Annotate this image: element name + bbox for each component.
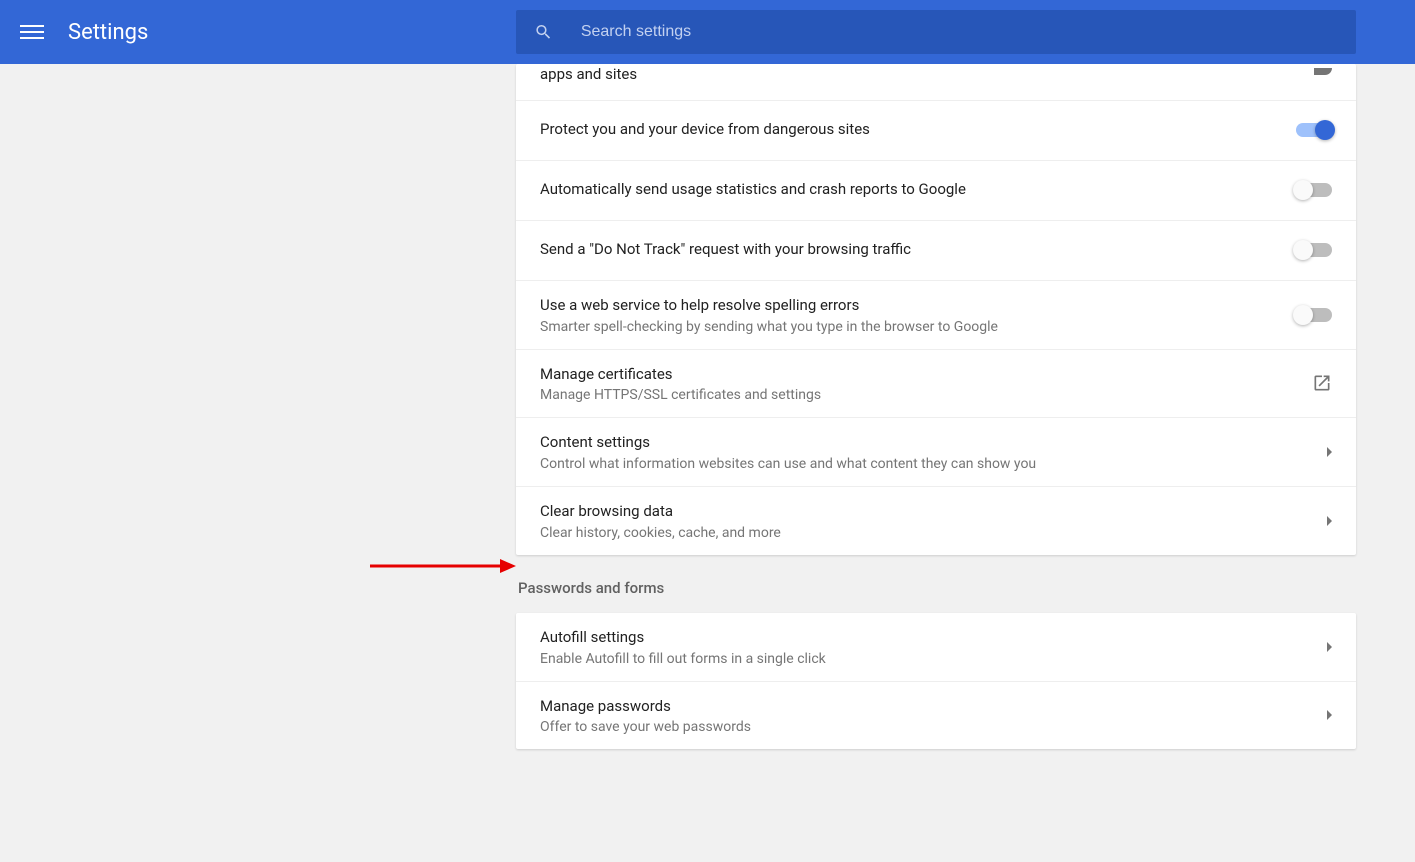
row-subtitle: Enable Autofill to fill out forms in a s… <box>540 651 1327 667</box>
toggle-switch[interactable] <box>1296 123 1332 137</box>
toggle-partial[interactable] <box>1296 68 1332 82</box>
row-title: Clear browsing data <box>540 501 1327 523</box>
autofill-settings-row[interactable]: Autofill settings Enable Autofill to fil… <box>516 613 1356 681</box>
row-title: Autofill settings <box>540 627 1327 649</box>
row-subtitle: Offer to save your web passwords <box>540 719 1327 735</box>
row-subtitle: Manage HTTPS/SSL certificates and settin… <box>540 387 1312 403</box>
row-title: Content settings <box>540 432 1327 454</box>
manage-passwords-row[interactable]: Manage passwords Offer to save your web … <box>516 681 1356 750</box>
privacy-card: apps and sites Protect you and your devi… <box>516 64 1356 555</box>
row-title: Manage passwords <box>540 696 1327 718</box>
search-icon <box>534 22 553 42</box>
passwords-card: Autofill settings Enable Autofill to fil… <box>516 613 1356 750</box>
external-link-icon <box>1312 373 1332 393</box>
row-title: Use a web service to help resolve spelli… <box>540 295 1296 317</box>
manage-certificates-row[interactable]: Manage certificates Manage HTTPS/SSL cer… <box>516 349 1356 418</box>
usage-stats-row[interactable]: Automatically send usage statistics and … <box>516 160 1356 220</box>
toggle-switch[interactable] <box>1296 183 1332 197</box>
clear-browsing-data-row[interactable]: Clear browsing data Clear history, cooki… <box>516 486 1356 555</box>
chevron-right-icon <box>1327 710 1332 720</box>
row-title: Automatically send usage statistics and … <box>540 179 1296 201</box>
search-input[interactable] <box>581 23 1338 41</box>
search-container[interactable] <box>516 10 1356 54</box>
menu-icon[interactable] <box>20 20 44 44</box>
app-header: Settings <box>0 0 1415 64</box>
toggle-switch[interactable] <box>1296 243 1332 257</box>
row-subtitle: Control what information websites can us… <box>540 456 1327 472</box>
row-subtitle: Clear history, cookies, cache, and more <box>540 525 1327 541</box>
page-title: Settings <box>68 20 148 45</box>
row-title: Manage certificates <box>540 364 1312 386</box>
row-title: Protect you and your device from dangero… <box>540 119 1296 141</box>
section-heading-passwords: Passwords and forms <box>516 555 1356 613</box>
settings-content: apps and sites Protect you and your devi… <box>0 64 1415 749</box>
toggle-switch[interactable] <box>1296 308 1332 322</box>
do-not-track-row[interactable]: Send a "Do Not Track" request with your … <box>516 220 1356 280</box>
chevron-right-icon <box>1327 516 1332 526</box>
chevron-right-icon <box>1327 447 1332 457</box>
row-title: Send a "Do Not Track" request with your … <box>540 239 1296 261</box>
annotation-arrow-icon <box>370 556 520 576</box>
row-title: apps and sites <box>540 64 1296 86</box>
row-subtitle: Smarter spell-checking by sending what y… <box>540 319 1296 335</box>
content-settings-row[interactable]: Content settings Control what informatio… <box>516 417 1356 486</box>
protect-device-row[interactable]: Protect you and your device from dangero… <box>516 100 1356 160</box>
spelling-errors-row[interactable]: Use a web service to help resolve spelli… <box>516 280 1356 349</box>
chevron-right-icon <box>1327 642 1332 652</box>
apps-and-sites-row[interactable]: apps and sites <box>516 64 1356 100</box>
